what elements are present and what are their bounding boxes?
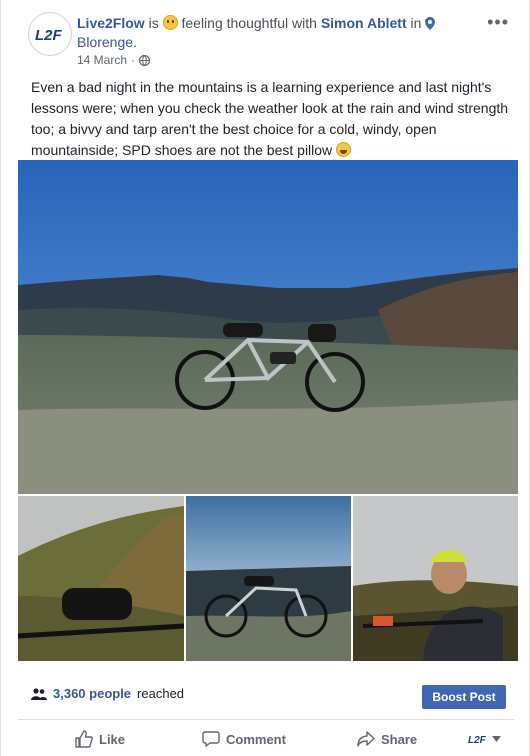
like-icon bbox=[75, 730, 93, 748]
in-text: in bbox=[410, 15, 422, 31]
people-icon bbox=[31, 687, 47, 700]
post-date[interactable]: 14 March bbox=[77, 53, 127, 67]
post-header-text: Live2Flow is feeling thoughtful with Sim… bbox=[77, 14, 477, 52]
thumbnail-photo-3[interactable] bbox=[353, 496, 518, 661]
page-avatar[interactable]: L2F bbox=[28, 12, 72, 56]
divider bbox=[18, 719, 514, 720]
author-link[interactable]: Live2Flow bbox=[77, 15, 145, 31]
laughing-emoji-icon bbox=[336, 142, 352, 157]
svg-text:L2F: L2F bbox=[468, 735, 487, 746]
thumbnail-photo-1[interactable] bbox=[18, 496, 184, 661]
svg-text:L2F: L2F bbox=[35, 27, 63, 44]
share-icon bbox=[357, 731, 375, 747]
post-header: L2F Live2Flow is feeling thoughtful with… bbox=[1, 0, 530, 72]
location-pin-icon bbox=[425, 17, 436, 30]
page-avatar-icon: L2F bbox=[35, 27, 63, 44]
tagged-person-link[interactable]: Simon Ablett bbox=[321, 15, 407, 31]
emoji-face-icon bbox=[162, 15, 178, 30]
meta-separator: · bbox=[131, 53, 136, 67]
like-button[interactable]: Like bbox=[75, 725, 125, 753]
feeling-text: feeling thoughtful with bbox=[181, 15, 317, 31]
post-meta: 14 March · bbox=[77, 53, 151, 67]
more-icon: ••• bbox=[487, 12, 509, 32]
main-photo[interactable] bbox=[18, 160, 518, 494]
reach-stats: 3,360 people reached bbox=[31, 686, 184, 701]
boost-post-button[interactable]: Boost Post bbox=[422, 685, 506, 709]
reach-count[interactable]: 3,360 people bbox=[53, 686, 131, 701]
reach-label: reached bbox=[137, 686, 185, 701]
like-label: Like bbox=[99, 731, 126, 747]
more-options-button[interactable]: ••• bbox=[487, 12, 509, 33]
comment-button[interactable]: Comment bbox=[202, 725, 286, 753]
comment-label: Comment bbox=[226, 731, 286, 747]
post-as-selector[interactable]: L2F bbox=[468, 725, 501, 753]
post-body-text: Even a bad night in the mountains is a l… bbox=[31, 79, 509, 158]
thumbnail-photo-2[interactable] bbox=[186, 496, 351, 661]
post-body: Even a bad night in the mountains is a l… bbox=[31, 77, 511, 161]
page-avatar-icon: L2F bbox=[468, 735, 487, 746]
comment-icon bbox=[202, 731, 220, 747]
chevron-down-icon bbox=[492, 736, 501, 742]
globe-icon[interactable] bbox=[139, 54, 151, 66]
post-card: L2F Live2Flow is feeling thoughtful with… bbox=[0, 0, 530, 756]
location-link[interactable]: Blorenge. bbox=[77, 34, 137, 50]
action-bar: Like Comment Share L2F bbox=[1, 725, 530, 753]
is-text: is bbox=[148, 15, 159, 31]
share-button[interactable]: Share bbox=[357, 725, 417, 753]
share-label: Share bbox=[381, 731, 418, 747]
